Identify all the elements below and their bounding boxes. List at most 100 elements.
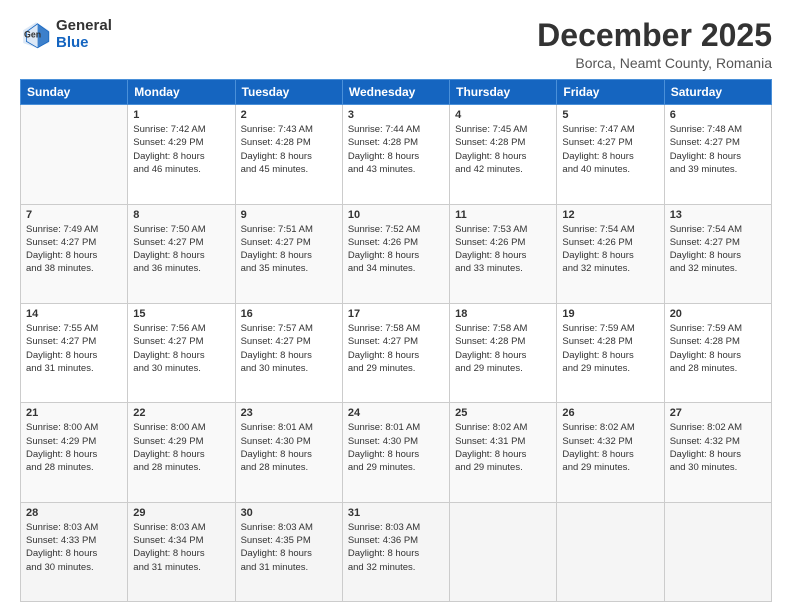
day-number: 24 <box>348 407 444 419</box>
day-number: 9 <box>241 209 337 221</box>
calendar-cell: 12 Sunrise: 7:54 AM Sunset: 4:26 PM Dayli… <box>557 204 664 303</box>
day-number: 13 <box>670 209 766 221</box>
day-number: 19 <box>562 308 658 320</box>
logo-icon: Gen <box>20 19 52 51</box>
calendar-cell: 2 Sunrise: 7:43 AM Sunset: 4:28 PM Daylig… <box>235 105 342 204</box>
day-number: 7 <box>26 209 122 221</box>
calendar-cell: 27 Sunrise: 8:02 AM Sunset: 4:32 PM Dayli… <box>664 403 771 502</box>
day-info: Sunrise: 8:02 AM Sunset: 4:32 PM Dayligh… <box>562 421 658 474</box>
header: Gen General Blue December 2025 Borca, Ne… <box>20 18 772 71</box>
day-number: 5 <box>562 109 658 121</box>
day-number: 12 <box>562 209 658 221</box>
calendar-cell: 8 Sunrise: 7:50 AM Sunset: 4:27 PM Daylig… <box>128 204 235 303</box>
calendar-cell: 10 Sunrise: 7:52 AM Sunset: 4:26 PM Dayli… <box>342 204 449 303</box>
day-number: 8 <box>133 209 229 221</box>
day-info: Sunrise: 8:03 AM Sunset: 4:36 PM Dayligh… <box>348 521 444 574</box>
calendar-cell: 29 Sunrise: 8:03 AM Sunset: 4:34 PM Dayli… <box>128 502 235 601</box>
day-number: 16 <box>241 308 337 320</box>
calendar-cell: 9 Sunrise: 7:51 AM Sunset: 4:27 PM Daylig… <box>235 204 342 303</box>
calendar-cell: 4Sunrise: 7:45 AM Sunset: 4:28 PM Daylig… <box>450 105 557 204</box>
calendar-cell: 15Sunrise: 7:56 AM Sunset: 4:27 PM Dayli… <box>128 303 235 402</box>
calendar-cell <box>450 502 557 601</box>
calendar-cell: 28Sunrise: 8:03 AM Sunset: 4:33 PM Dayli… <box>21 502 128 601</box>
calendar-header-thursday: Thursday <box>450 80 557 105</box>
day-info: Sunrise: 7:54 AM Sunset: 4:26 PM Dayligh… <box>562 223 658 276</box>
calendar-cell: 21 Sunrise: 8:00 AM Sunset: 4:29 PM Dayli… <box>21 403 128 502</box>
day-number: 22 <box>133 407 229 419</box>
day-info: Sunrise: 8:00 AM Sunset: 4:29 PM Dayligh… <box>26 421 122 474</box>
calendar-cell: 14 Sunrise: 7:55 AM Sunset: 4:27 PM Dayli… <box>21 303 128 402</box>
day-info: Sunrise: 8:02 AM Sunset: 4:32 PM Dayligh… <box>670 421 766 474</box>
day-info: Sunrise: 8:00 AM Sunset: 4:29 PM Dayligh… <box>133 421 229 474</box>
day-number: 30 <box>241 507 337 519</box>
day-info: Sunrise: 7:58 AM Sunset: 4:28 PM Dayligh… <box>455 322 551 375</box>
day-info: Sunrise: 8:01 AM Sunset: 4:30 PM Dayligh… <box>348 421 444 474</box>
calendar-cell: 17 Sunrise: 7:58 AM Sunset: 4:27 PM Dayli… <box>342 303 449 402</box>
day-number: 21 <box>26 407 122 419</box>
day-number: 25 <box>455 407 551 419</box>
calendar-table: SundayMondayTuesdayWednesdayThursdayFrid… <box>20 79 772 602</box>
day-info: Sunrise: 8:03 AM Sunset: 4:35 PM Dayligh… <box>241 521 337 574</box>
day-info: Sunrise: 7:50 AM Sunset: 4:27 PM Dayligh… <box>133 223 229 276</box>
day-number: 10 <box>348 209 444 221</box>
day-info: Sunrise: 7:43 AM Sunset: 4:28 PM Dayligh… <box>241 123 337 176</box>
title-block: December 2025 Borca, Neamt County, Roman… <box>537 18 772 71</box>
day-number: 14 <box>26 308 122 320</box>
calendar-cell: 23 Sunrise: 8:01 AM Sunset: 4:30 PM Dayli… <box>235 403 342 502</box>
calendar-header-monday: Monday <box>128 80 235 105</box>
day-info: Sunrise: 7:42 AM Sunset: 4:29 PM Dayligh… <box>133 123 229 176</box>
calendar-cell: 1 Sunrise: 7:42 AM Sunset: 4:29 PM Daylig… <box>128 105 235 204</box>
calendar-week-row: 14 Sunrise: 7:55 AM Sunset: 4:27 PM Dayli… <box>21 303 772 402</box>
calendar-cell: 18 Sunrise: 7:58 AM Sunset: 4:28 PM Dayli… <box>450 303 557 402</box>
day-info: Sunrise: 7:51 AM Sunset: 4:27 PM Dayligh… <box>241 223 337 276</box>
day-info: Sunrise: 7:45 AM Sunset: 4:28 PM Dayligh… <box>455 123 551 176</box>
calendar-cell: 16 Sunrise: 7:57 AM Sunset: 4:27 PM Dayli… <box>235 303 342 402</box>
day-info: Sunrise: 7:47 AM Sunset: 4:27 PM Dayligh… <box>562 123 658 176</box>
calendar-cell: 5 Sunrise: 7:47 AM Sunset: 4:27 PM Daylig… <box>557 105 664 204</box>
day-info: Sunrise: 7:48 AM Sunset: 4:27 PM Dayligh… <box>670 123 766 176</box>
calendar-cell <box>664 502 771 601</box>
calendar-header-wednesday: Wednesday <box>342 80 449 105</box>
calendar-cell: 13Sunrise: 7:54 AM Sunset: 4:27 PM Dayli… <box>664 204 771 303</box>
day-number: 1 <box>133 109 229 121</box>
calendar-cell <box>21 105 128 204</box>
day-info: Sunrise: 7:52 AM Sunset: 4:26 PM Dayligh… <box>348 223 444 276</box>
calendar-week-row: 28Sunrise: 8:03 AM Sunset: 4:33 PM Dayli… <box>21 502 772 601</box>
day-info: Sunrise: 7:59 AM Sunset: 4:28 PM Dayligh… <box>562 322 658 375</box>
calendar-cell: 3Sunrise: 7:44 AM Sunset: 4:28 PM Daylig… <box>342 105 449 204</box>
day-number: 27 <box>670 407 766 419</box>
calendar-cell: 7 Sunrise: 7:49 AM Sunset: 4:27 PM Daylig… <box>21 204 128 303</box>
day-info: Sunrise: 8:01 AM Sunset: 4:30 PM Dayligh… <box>241 421 337 474</box>
day-info: Sunrise: 8:02 AM Sunset: 4:31 PM Dayligh… <box>455 421 551 474</box>
day-number: 15 <box>133 308 229 320</box>
day-number: 29 <box>133 507 229 519</box>
month-title: December 2025 <box>537 18 772 53</box>
day-number: 23 <box>241 407 337 419</box>
svg-text:Gen: Gen <box>24 29 41 39</box>
calendar-header-sunday: Sunday <box>21 80 128 105</box>
day-number: 31 <box>348 507 444 519</box>
calendar-cell <box>557 502 664 601</box>
day-info: Sunrise: 7:55 AM Sunset: 4:27 PM Dayligh… <box>26 322 122 375</box>
logo-text: General Blue <box>56 18 112 51</box>
calendar-cell: 31 Sunrise: 8:03 AM Sunset: 4:36 PM Dayli… <box>342 502 449 601</box>
day-info: Sunrise: 7:57 AM Sunset: 4:27 PM Dayligh… <box>241 322 337 375</box>
day-number: 17 <box>348 308 444 320</box>
calendar-cell: 24 Sunrise: 8:01 AM Sunset: 4:30 PM Dayli… <box>342 403 449 502</box>
day-number: 3 <box>348 109 444 121</box>
day-number: 28 <box>26 507 122 519</box>
day-number: 11 <box>455 209 551 221</box>
day-number: 2 <box>241 109 337 121</box>
day-info: Sunrise: 7:58 AM Sunset: 4:27 PM Dayligh… <box>348 322 444 375</box>
day-number: 18 <box>455 308 551 320</box>
calendar-week-row: 7 Sunrise: 7:49 AM Sunset: 4:27 PM Daylig… <box>21 204 772 303</box>
day-info: Sunrise: 7:49 AM Sunset: 4:27 PM Dayligh… <box>26 223 122 276</box>
calendar-header-friday: Friday <box>557 80 664 105</box>
calendar-header-saturday: Saturday <box>664 80 771 105</box>
day-number: 20 <box>670 308 766 320</box>
calendar-week-row: 21 Sunrise: 8:00 AM Sunset: 4:29 PM Dayli… <box>21 403 772 502</box>
day-number: 26 <box>562 407 658 419</box>
day-info: Sunrise: 8:03 AM Sunset: 4:34 PM Dayligh… <box>133 521 229 574</box>
logo-general-text: General <box>56 18 112 35</box>
page: Gen General Blue December 2025 Borca, Ne… <box>0 0 792 612</box>
